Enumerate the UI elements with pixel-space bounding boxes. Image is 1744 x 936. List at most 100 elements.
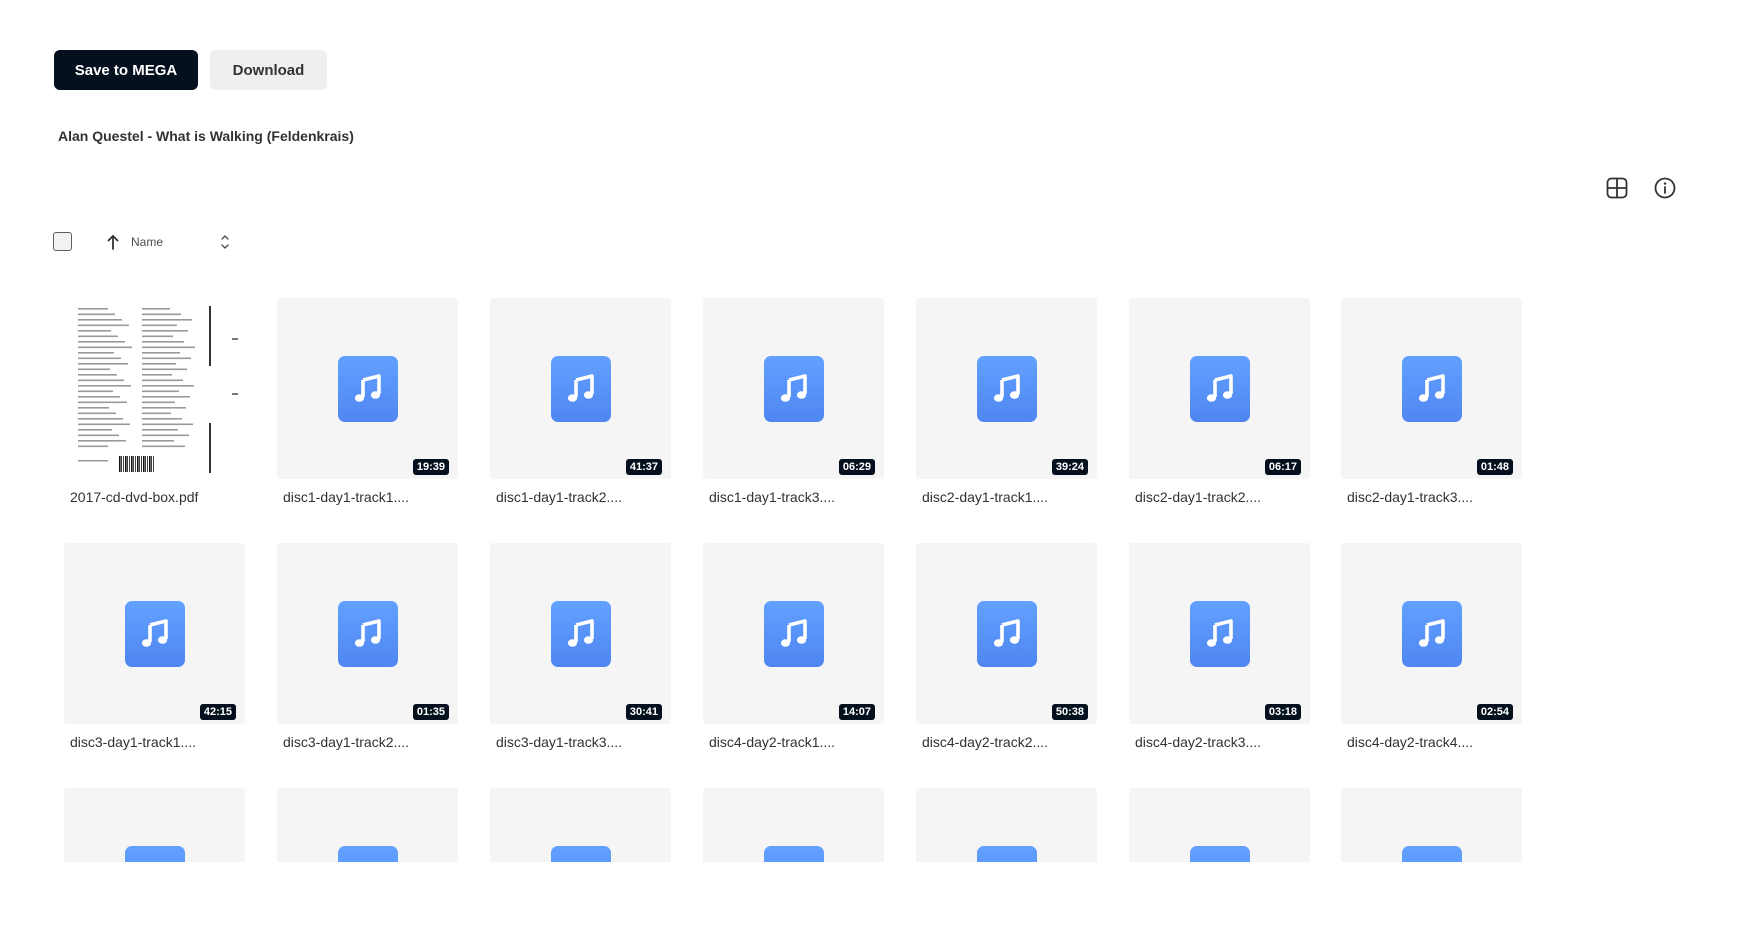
- duration-badge: 30:41: [625, 704, 662, 720]
- file-tile-audio[interactable]: [703, 788, 884, 862]
- duration-badge: 01:48: [1476, 459, 1513, 475]
- file-name: disc4-day2-track2....: [922, 734, 1049, 750]
- file-tile-audio[interactable]: 06:17 disc2-day1-track2....: [1129, 298, 1310, 505]
- music-file-icon: [1402, 356, 1462, 422]
- duration-badge: 19:39: [412, 459, 449, 475]
- file-thumbnail: 06:17: [1129, 298, 1310, 479]
- file-tile-audio[interactable]: 02:54 disc4-day2-track4....: [1341, 543, 1522, 750]
- duration-badge: 02:54: [1476, 704, 1513, 720]
- file-thumbnail: [1341, 788, 1522, 862]
- file-tile-audio[interactable]: 50:38 disc4-day2-track2....: [916, 543, 1097, 750]
- music-file-icon: [338, 601, 398, 667]
- duration-badge: 41:37: [625, 459, 662, 475]
- duration-badge: 06:29: [838, 459, 875, 475]
- pdf-preview-image: [64, 298, 245, 479]
- file-thumbnail: [64, 298, 245, 479]
- file-grid: 2017-cd-dvd-box.pdf 19:39 disc1-day1-track…: [0, 298, 1744, 862]
- file-tile-audio[interactable]: 19:39 disc1-day1-track1....: [277, 298, 458, 505]
- file-tile-audio[interactable]: 41:37 disc1-day1-track2....: [490, 298, 671, 505]
- file-tile-audio[interactable]: 39:24 disc2-day1-track1....: [916, 298, 1097, 505]
- file-tile-audio[interactable]: 42:15 disc3-day1-track1....: [64, 543, 245, 750]
- file-thumbnail: 30:41: [490, 543, 671, 724]
- info-icon[interactable]: [1652, 175, 1678, 201]
- grid-view-icon[interactable]: [1604, 175, 1630, 201]
- file-name: disc4-day2-track4....: [1347, 734, 1474, 750]
- folder-title: Alan Questel - What is Walking (Feldenkr…: [58, 128, 354, 144]
- music-file-icon: [764, 356, 824, 422]
- duration-badge: 06:17: [1264, 459, 1301, 475]
- download-button[interactable]: Download: [210, 50, 327, 90]
- file-tile-audio[interactable]: [1129, 788, 1310, 862]
- file-thumbnail: 50:38: [916, 543, 1097, 724]
- music-file-icon: [1402, 846, 1462, 862]
- file-name: disc1-day1-track3....: [709, 489, 836, 505]
- music-file-icon: [125, 846, 185, 862]
- file-tile-audio[interactable]: [64, 788, 245, 862]
- music-file-icon: [125, 601, 185, 667]
- file-thumbnail: 41:37: [490, 298, 671, 479]
- file-tile-audio[interactable]: [490, 788, 671, 862]
- file-name: disc1-day1-track1....: [283, 489, 410, 505]
- sort-ascending-icon[interactable]: [105, 233, 121, 251]
- file-thumbnail: [277, 788, 458, 862]
- file-name: disc4-day2-track3....: [1135, 734, 1262, 750]
- save-to-mega-button[interactable]: Save to MEGA: [54, 50, 198, 90]
- music-file-icon: [338, 846, 398, 862]
- file-thumbnail: [703, 788, 884, 862]
- select-all-checkbox[interactable]: [53, 232, 72, 251]
- file-name: disc1-day1-track2....: [496, 489, 623, 505]
- music-file-icon: [977, 601, 1037, 667]
- file-name: disc4-day2-track1....: [709, 734, 836, 750]
- music-file-icon: [1190, 356, 1250, 422]
- sort-label[interactable]: Name: [131, 235, 163, 249]
- file-name: disc3-day1-track3....: [496, 734, 623, 750]
- file-name: disc2-day1-track3....: [1347, 489, 1474, 505]
- sort-bar: Name: [53, 231, 243, 255]
- music-file-icon: [551, 601, 611, 667]
- music-file-icon: [551, 356, 611, 422]
- file-tile-audio[interactable]: [277, 788, 458, 862]
- file-tile-audio[interactable]: [916, 788, 1097, 862]
- music-file-icon: [764, 846, 824, 862]
- file-thumbnail: 42:15: [64, 543, 245, 724]
- music-file-icon: [1190, 846, 1250, 862]
- file-name: disc3-day1-track1....: [70, 734, 197, 750]
- file-tile-audio[interactable]: 06:29 disc1-day1-track3....: [703, 298, 884, 505]
- file-tile-audio[interactable]: 01:35 disc3-day1-track2....: [277, 543, 458, 750]
- file-name: disc3-day1-track2....: [283, 734, 410, 750]
- music-file-icon: [977, 846, 1037, 862]
- file-thumbnail: [916, 788, 1097, 862]
- file-name: 2017-cd-dvd-box.pdf: [70, 489, 199, 505]
- file-thumbnail: 03:18: [1129, 543, 1310, 724]
- file-thumbnail: 39:24: [916, 298, 1097, 479]
- file-name: disc2-day1-track1....: [922, 489, 1049, 505]
- file-name: disc2-day1-track2....: [1135, 489, 1262, 505]
- file-thumbnail: 14:07: [703, 543, 884, 724]
- file-thumbnail: [64, 788, 245, 862]
- duration-badge: 01:35: [412, 704, 449, 720]
- duration-badge: 50:38: [1051, 704, 1088, 720]
- duration-badge: 39:24: [1051, 459, 1088, 475]
- file-tile-audio[interactable]: 03:18 disc4-day2-track3....: [1129, 543, 1310, 750]
- music-file-icon: [1190, 601, 1250, 667]
- music-file-icon: [338, 356, 398, 422]
- duration-badge: 14:07: [838, 704, 875, 720]
- file-thumbnail: 01:35: [277, 543, 458, 724]
- view-controls: [1604, 175, 1744, 201]
- file-tile-audio[interactable]: [1341, 788, 1522, 862]
- duration-badge: 42:15: [199, 704, 236, 720]
- file-thumbnail: 02:54: [1341, 543, 1522, 724]
- file-tile-pdf[interactable]: 2017-cd-dvd-box.pdf: [64, 298, 245, 505]
- file-thumbnail: 06:29: [703, 298, 884, 479]
- file-thumbnail: 01:48: [1341, 298, 1522, 479]
- file-thumbnail: 19:39: [277, 298, 458, 479]
- music-file-icon: [764, 601, 824, 667]
- file-tile-audio[interactable]: 01:48 disc2-day1-track3....: [1341, 298, 1522, 505]
- sort-toggle-icon[interactable]: [218, 232, 232, 252]
- file-thumbnail: [490, 788, 671, 862]
- file-tile-audio[interactable]: 30:41 disc3-day1-track3....: [490, 543, 671, 750]
- file-thumbnail: [1129, 788, 1310, 862]
- music-file-icon: [977, 356, 1037, 422]
- file-tile-audio[interactable]: 14:07 disc4-day2-track1....: [703, 543, 884, 750]
- duration-badge: 03:18: [1264, 704, 1301, 720]
